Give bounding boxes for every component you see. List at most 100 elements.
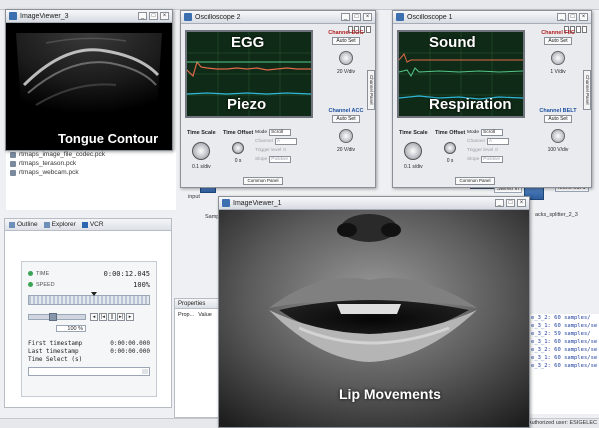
mode-select[interactable]: Scroll bbox=[269, 129, 291, 136]
trigger-level-value[interactable]: 0 bbox=[283, 148, 286, 153]
time-select-field[interactable] bbox=[28, 367, 150, 376]
common-panel-button[interactable]: Common Panel bbox=[455, 177, 495, 185]
lower-panel: Outline Explorer VCR TIME 0:00:12.045 SP… bbox=[4, 218, 172, 408]
close-button[interactable]: × bbox=[160, 12, 169, 20]
minimize-button[interactable]: _ bbox=[557, 13, 566, 21]
time-scale-control: Time Scale 0.1 s/div bbox=[399, 130, 428, 170]
tree-item-label: rtmaps_image_file_codec.pck bbox=[19, 151, 105, 158]
time-offset-knob[interactable] bbox=[232, 142, 245, 154]
timeline-track[interactable] bbox=[28, 292, 150, 305]
step-forward-button[interactable]: ▸| bbox=[117, 313, 125, 321]
volt-div-value: 100 V/div bbox=[547, 147, 569, 153]
tree-item[interactable]: rtmaps_image_file_codec.pck bbox=[6, 150, 176, 159]
slider-knob[interactable] bbox=[49, 313, 57, 321]
maximize-button[interactable]: □ bbox=[506, 199, 515, 207]
step-back-button[interactable]: |◂ bbox=[99, 313, 107, 321]
auto-set-button[interactable]: Auto Set bbox=[544, 37, 572, 45]
dropdown-arrow-icon[interactable] bbox=[142, 369, 148, 374]
maximize-button[interactable]: □ bbox=[149, 12, 158, 20]
close-button[interactable]: × bbox=[363, 13, 372, 21]
time-scale-control: Time Scale 0.1 s/div bbox=[187, 130, 216, 170]
property-column-header[interactable]: Prop... bbox=[178, 312, 194, 318]
slope-select[interactable]: Positive bbox=[481, 156, 504, 163]
channel-select[interactable]: A bbox=[274, 138, 297, 145]
tab-vcr[interactable]: VCR bbox=[81, 221, 104, 228]
last-timestamp-label: Last timestamp bbox=[28, 348, 79, 355]
trigger-level-label: Trigger level bbox=[467, 148, 494, 153]
oscilloscope-2-titlebar[interactable]: Oscilloscope 2 _ □ × bbox=[181, 11, 375, 24]
minimize-button[interactable]: _ bbox=[138, 12, 147, 20]
close-button[interactable]: × bbox=[517, 199, 526, 207]
window-title: Oscilloscope 1 bbox=[407, 13, 453, 21]
channel-panel-tab[interactable]: Channel Panel bbox=[583, 70, 591, 110]
channel-panel-tab[interactable]: Channel Panel bbox=[367, 70, 375, 110]
lip-camera-image: Lip Movements bbox=[219, 210, 529, 427]
oscilloscope-icon bbox=[184, 13, 192, 21]
console-line: e_3_1: 60 samples/se bbox=[531, 323, 598, 329]
console-line: e_3_2: 60 samples/ bbox=[531, 315, 591, 321]
auto-set-button[interactable]: Auto Set bbox=[332, 37, 360, 45]
console-line: e_3_1: 60 samples/se bbox=[531, 339, 598, 345]
oscilloscope-icon bbox=[396, 13, 404, 21]
common-panel-button[interactable]: Common Panel bbox=[243, 177, 283, 185]
ultrasound-image: Tongue Contour bbox=[6, 23, 172, 150]
mode-label: Mode bbox=[255, 130, 267, 135]
console-line: e_3_1: 60 samples/se bbox=[531, 355, 598, 361]
lower-panel-tabs: Outline Explorer VCR bbox=[5, 219, 171, 231]
scope-top-label: Sound bbox=[429, 34, 476, 51]
pause-button[interactable]: || bbox=[108, 313, 116, 321]
console-line: e_3_2: 60 samples/se bbox=[531, 363, 598, 369]
maximize-button[interactable]: □ bbox=[568, 13, 577, 21]
tree-item[interactable]: rtmaps_terason.pck bbox=[6, 159, 176, 168]
image-viewer-1-window: ImageViewer_1 _ □ × Lip Movements bbox=[218, 196, 530, 428]
window-title: Oscilloscope 2 bbox=[195, 13, 241, 21]
window-title: ImageViewer_1 bbox=[233, 199, 282, 207]
time-offset-label: Time Offset bbox=[435, 130, 466, 136]
tab-label: Outline bbox=[17, 221, 38, 228]
speed-field[interactable]: 100 % bbox=[56, 325, 86, 332]
time-offset-knob[interactable] bbox=[444, 142, 457, 154]
channel-select[interactable]: A bbox=[486, 138, 509, 145]
splitter-component-label: acks_splitter_2_3 bbox=[535, 212, 578, 218]
image-viewer-1-titlebar[interactable]: ImageViewer_1 _ □ × bbox=[219, 197, 529, 210]
play-button[interactable]: ▸ bbox=[126, 313, 134, 321]
volt-div-knob[interactable] bbox=[551, 129, 565, 143]
time-scale-knob[interactable] bbox=[404, 142, 423, 160]
auto-set-button[interactable]: Auto Set bbox=[332, 115, 360, 123]
timeline-marker[interactable] bbox=[91, 292, 97, 296]
slope-label: Slope bbox=[467, 157, 480, 162]
channel-name: Channel FIIC bbox=[541, 30, 575, 36]
trigger-level-value[interactable]: 0 bbox=[495, 148, 498, 153]
graph-connection bbox=[470, 188, 494, 189]
slope-select[interactable]: Positive bbox=[269, 156, 292, 163]
time-scale-knob[interactable] bbox=[192, 142, 211, 160]
oscilloscope-1-titlebar[interactable]: Oscilloscope 1 _ □ × bbox=[393, 11, 591, 24]
value-column-header[interactable]: Value bbox=[198, 312, 212, 318]
rewind-button[interactable]: ◂ bbox=[90, 313, 98, 321]
package-icon bbox=[10, 169, 16, 176]
outline-icon bbox=[9, 221, 15, 228]
time-offset-control: Time Offset 0 s bbox=[223, 130, 253, 164]
scope-display: EGG Piezo bbox=[185, 30, 313, 118]
tab-explorer[interactable]: Explorer bbox=[43, 221, 76, 228]
window-title: ImageViewer_3 bbox=[20, 12, 69, 20]
input-port[interactable]: input bbox=[186, 194, 202, 200]
tree-item[interactable]: rtmaps_webcam.pck bbox=[6, 168, 176, 177]
close-button[interactable]: × bbox=[579, 13, 588, 21]
minimize-button[interactable]: _ bbox=[495, 199, 504, 207]
mode-select[interactable]: Scroll bbox=[481, 129, 503, 136]
tree-item-label: rtmaps_terason.pck bbox=[19, 160, 77, 167]
volt-div-knob[interactable] bbox=[551, 51, 565, 65]
volt-div-knob[interactable] bbox=[339, 51, 353, 65]
play-icon bbox=[81, 221, 88, 228]
image-viewer-3-titlebar[interactable]: ImageViewer_3 _ □ × bbox=[6, 10, 172, 23]
scope-top-label: EGG bbox=[231, 34, 265, 51]
volt-div-knob[interactable] bbox=[339, 129, 353, 143]
minimize-button[interactable]: _ bbox=[341, 13, 350, 21]
auto-set-button[interactable]: Auto Set bbox=[544, 115, 572, 123]
maximize-button[interactable]: □ bbox=[352, 13, 361, 21]
speed-slider[interactable] bbox=[28, 313, 86, 321]
tab-outline[interactable]: Outline bbox=[9, 221, 38, 228]
tree-item-label: rtmaps_webcam.pck bbox=[19, 169, 79, 176]
package-icon bbox=[10, 160, 16, 167]
